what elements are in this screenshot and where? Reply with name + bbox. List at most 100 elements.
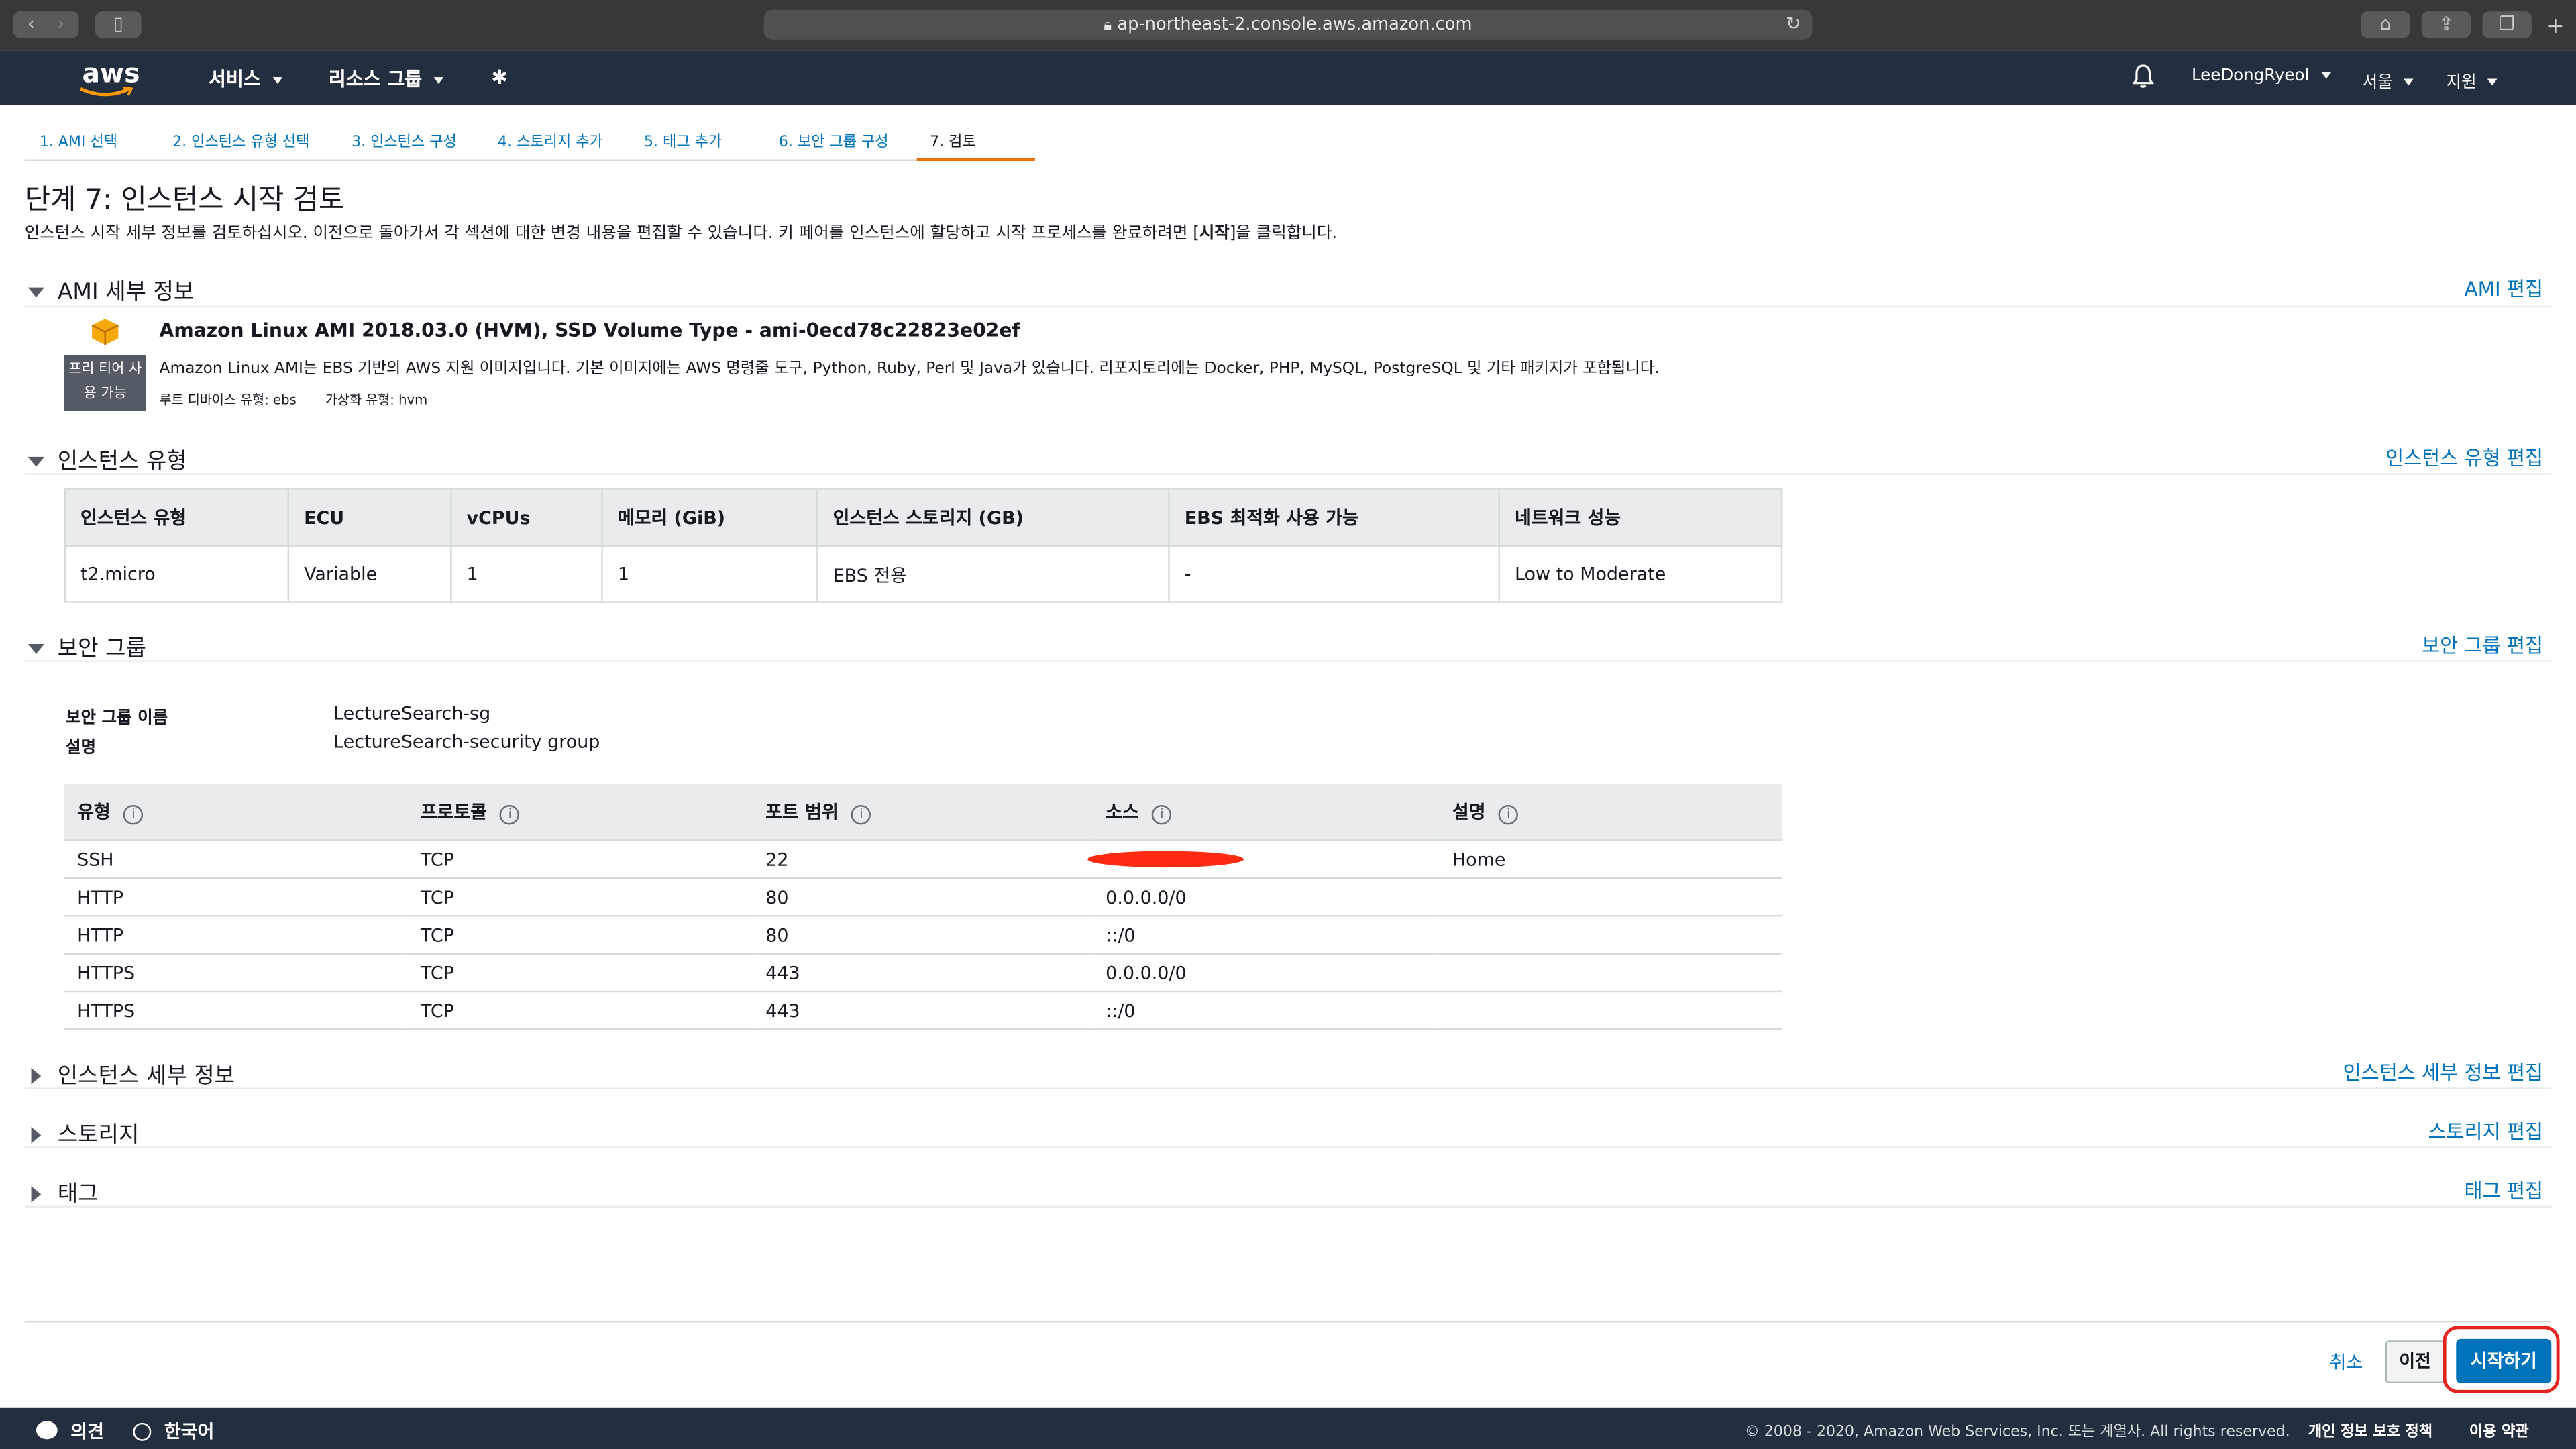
edit-tags-link[interactable]: 태그 편집 bbox=[2465, 1176, 2544, 1204]
column-header: ECU bbox=[287, 488, 452, 547]
table-cell: TCP bbox=[407, 953, 753, 993]
section-divider bbox=[24, 305, 2552, 307]
table-row: HTTP TCP 80 0.0.0.0/0 bbox=[64, 877, 1783, 917]
terms-link[interactable]: 이용 약관 bbox=[2469, 1419, 2529, 1440]
home-icon[interactable]: ⌂ bbox=[2361, 11, 2410, 38]
feedback-label: 의견 bbox=[70, 1421, 104, 1443]
table-cell: Low to Moderate bbox=[1498, 545, 1783, 603]
section-tags-title: 태그 bbox=[57, 1181, 99, 1208]
info-icon[interactable]: i bbox=[500, 805, 521, 825]
edit-instance-details-link[interactable]: 인스턴스 세부 정보 편집 bbox=[2343, 1058, 2543, 1086]
table-cell bbox=[1439, 877, 1783, 917]
section-instance-details-title: 인스턴스 세부 정보 bbox=[57, 1063, 235, 1089]
tab-security-group[interactable]: 6. 보안 그룹 구성 bbox=[779, 129, 889, 151]
table-cell: 443 bbox=[752, 991, 1093, 1030]
tab-ami[interactable]: 1. AMI 선택 bbox=[40, 129, 117, 151]
tabs-overview-icon[interactable]: ❐ bbox=[2482, 11, 2532, 38]
section-divider bbox=[24, 660, 2552, 662]
section-instance-type-title: 인스턴스 유형 bbox=[57, 448, 187, 475]
tab-review[interactable]: 7. 검토 bbox=[930, 129, 976, 151]
table-cell bbox=[1439, 916, 1783, 955]
table-cell: HTTPS bbox=[64, 953, 408, 993]
aws-logo[interactable]: aws bbox=[79, 57, 140, 97]
lock-icon: 🔒︎ bbox=[1104, 17, 1112, 35]
share-icon[interactable]: ⇪ bbox=[2421, 11, 2471, 38]
edit-security-group-link[interactable]: 보안 그룹 편집 bbox=[2422, 631, 2543, 659]
column-header: EBS 최적화 사용 가능 bbox=[1168, 488, 1500, 547]
table-cell: Variable bbox=[287, 545, 452, 603]
caret-down-icon bbox=[28, 456, 45, 467]
table-header-row: 유형 i 프로토콜 i 포트 범위 i 소스 i 설명 i bbox=[64, 784, 1783, 841]
column-header: 설명 i bbox=[1439, 784, 1783, 841]
table-cell: 80 bbox=[752, 877, 1093, 917]
section-security-group-header[interactable]: 보안 그룹 bbox=[28, 629, 146, 662]
section-ami-header[interactable]: AMI 세부 정보 bbox=[28, 273, 195, 306]
tab-instance-type[interactable]: 2. 인스턴스 유형 선택 bbox=[172, 129, 309, 151]
chevron-down-icon bbox=[433, 76, 444, 83]
table-cell: TCP bbox=[407, 916, 753, 955]
new-tab-icon[interactable]: + bbox=[2546, 15, 2565, 40]
sidebar-toggle-icon[interactable]: ▯ bbox=[95, 11, 142, 38]
aws-logo-text: aws bbox=[82, 57, 140, 89]
redaction-mark bbox=[1087, 851, 1244, 868]
column-header-label: 포트 범위 bbox=[765, 802, 839, 823]
support-menu[interactable]: 지원 bbox=[2447, 67, 2498, 92]
column-header: vCPUs bbox=[450, 488, 603, 547]
chevron-down-icon bbox=[2320, 72, 2331, 79]
section-security-group-title: 보안 그룹 bbox=[57, 635, 146, 662]
section-tags-header[interactable]: 태그 bbox=[28, 1175, 99, 1208]
tab-configure-instance[interactable]: 3. 인스턴스 구성 bbox=[352, 129, 457, 151]
page-title: 단계 7: 인스턴스 시작 검토 bbox=[24, 184, 345, 217]
info-icon[interactable]: i bbox=[1499, 805, 1519, 825]
sg-name-label: 보안 그룹 이름 bbox=[65, 709, 168, 728]
table-cell: HTTP bbox=[64, 916, 408, 955]
forward-icon[interactable]: › bbox=[46, 11, 76, 38]
back-icon[interactable]: ‹ bbox=[16, 11, 46, 38]
privacy-link[interactable]: 개인 정보 보호 정책 bbox=[2308, 1419, 2432, 1440]
bell-icon[interactable] bbox=[2132, 64, 2155, 96]
table-cell bbox=[1087, 840, 1440, 879]
edit-ami-link[interactable]: AMI 편집 bbox=[2464, 274, 2543, 303]
info-icon[interactable]: i bbox=[1152, 805, 1172, 825]
address-bar[interactable]: 🔒︎ ap-northeast-2.console.aws.amazon.com bbox=[763, 9, 1813, 40]
feedback-link[interactable]: 의견 bbox=[36, 1417, 104, 1444]
tab-add-tags[interactable]: 5. 태그 추가 bbox=[644, 129, 722, 151]
services-menu[interactable]: 서비스 bbox=[209, 66, 282, 92]
table-row: HTTP TCP 80 ::/0 bbox=[64, 916, 1783, 955]
section-instance-details-header[interactable]: 인스턴스 세부 정보 bbox=[28, 1057, 235, 1089]
aws-top-nav: aws 서비스 리소스 그룹 ✱ LeeDongRyeol 서울 지원 bbox=[0, 50, 2576, 105]
pin-icon[interactable]: ✱ bbox=[491, 66, 508, 89]
resource-groups-menu[interactable]: 리소스 그룹 bbox=[328, 66, 444, 92]
table-cell: t2.micro bbox=[64, 545, 290, 603]
table-cell bbox=[1439, 991, 1783, 1030]
language-selector[interactable]: 한국어 bbox=[133, 1417, 214, 1444]
caret-right-icon bbox=[31, 1127, 42, 1144]
column-header: 유형 i bbox=[64, 784, 408, 841]
region-menu[interactable]: 서울 bbox=[2363, 67, 2414, 92]
copyright-text: © 2008 - 2020, Amazon Web Services, Inc.… bbox=[1744, 1424, 2290, 1441]
previous-button[interactable]: 이전 bbox=[2385, 1340, 2445, 1384]
section-instance-type-header[interactable]: 인스턴스 유형 bbox=[28, 442, 187, 475]
section-storage-header[interactable]: 스토리지 bbox=[28, 1116, 140, 1148]
resource-groups-label: 리소스 그룹 bbox=[328, 67, 423, 91]
table-cell: EBS 전용 bbox=[816, 545, 1170, 603]
edit-instance-type-link[interactable]: 인스턴스 유형 편집 bbox=[2385, 443, 2543, 472]
table-cell: TCP bbox=[407, 877, 753, 917]
column-header: 인스턴스 스토리지 (GB) bbox=[816, 488, 1170, 547]
table-cell bbox=[1439, 953, 1783, 993]
sg-name-value: LectureSearch-sg bbox=[333, 703, 491, 725]
table-cell: TCP bbox=[407, 991, 753, 1030]
sg-desc-label: 설명 bbox=[65, 739, 97, 757]
tab-add-storage[interactable]: 4. 스토리지 추가 bbox=[498, 129, 603, 151]
info-icon[interactable]: i bbox=[123, 805, 144, 825]
info-icon[interactable]: i bbox=[851, 805, 871, 825]
table-cell: 80 bbox=[752, 916, 1093, 955]
cancel-button[interactable]: 취소 bbox=[2330, 1349, 2363, 1375]
ami-root-device: 루트 디바이스 유형: ebs bbox=[159, 392, 297, 408]
reload-icon[interactable]: ↻ bbox=[1786, 13, 1801, 35]
edit-storage-link[interactable]: 스토리지 편집 bbox=[2428, 1117, 2543, 1145]
globe-icon bbox=[133, 1422, 152, 1441]
section-ami-title: AMI 세부 정보 bbox=[57, 279, 195, 306]
browser-nav-buttons: ‹ › bbox=[13, 11, 79, 38]
account-menu[interactable]: LeeDongRyeol bbox=[2192, 67, 2331, 85]
